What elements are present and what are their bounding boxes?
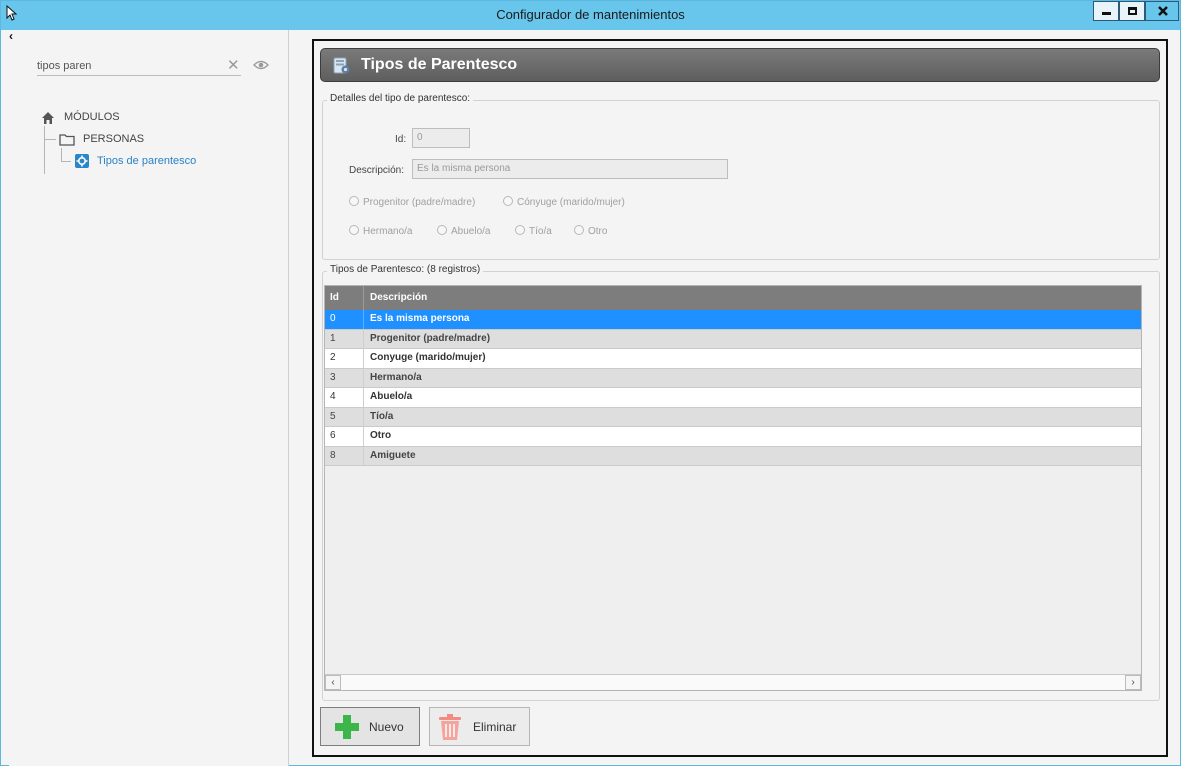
tree-label-personas: PERSONAS [83, 133, 145, 145]
description-field[interactable]: Es la misma persona [412, 159, 728, 179]
collapse-sidebar-button[interactable]: ‹ [9, 30, 19, 42]
table-row[interactable]: 8 Amiguete [325, 446, 1141, 466]
search-input[interactable] [37, 58, 207, 74]
cell-description: Abuelo/a [370, 391, 413, 402]
details-legend: Detalles del tipo de parentesco: [327, 93, 474, 104]
id-field[interactable]: 0 [412, 128, 470, 148]
table-row[interactable]: 6 Otro [325, 427, 1141, 447]
tree-label-tipos-parentesco: Tipos de parentesco [97, 155, 197, 167]
title-bar[interactable]: Configurador de mantenimientos [1, 1, 1180, 30]
cell-description: Amiguete [370, 449, 416, 461]
cell-description: Es la misma persona [370, 313, 470, 324]
list-legend: Tipos de Parentesco: (8 registros) [327, 264, 484, 275]
maximize-button[interactable] [1119, 1, 1145, 21]
cell-description: Hermano/a [370, 371, 422, 383]
horizontal-scrollbar[interactable]: ‹ › [325, 674, 1141, 690]
table-row[interactable]: 4 Abuelo/a [325, 388, 1141, 408]
radio-abuelo[interactable]: Abuelo/a [437, 225, 490, 237]
panel-header: Tipos de Parentesco [320, 48, 1160, 82]
radio-tio[interactable]: Tío/a [515, 225, 552, 237]
close-button[interactable] [1145, 1, 1179, 21]
cell-id: 2 [330, 352, 336, 363]
settings-icon [75, 154, 89, 168]
column-header-description[interactable]: Descripción [370, 292, 427, 303]
cell-description: Tío/a [370, 410, 394, 422]
cell-id: 8 [330, 449, 336, 461]
cell-id: 5 [330, 410, 336, 422]
cell-id: 0 [330, 313, 336, 324]
eye-icon[interactable] [253, 58, 269, 72]
panel-title: Tipos de Parentesco [361, 56, 518, 73]
home-icon [42, 112, 54, 124]
table-row[interactable]: 0 Es la misma persona [325, 310, 1141, 330]
cell-id: 1 [330, 332, 336, 344]
column-header-id[interactable]: Id [330, 292, 339, 303]
sidebar: ‹ ✕ MÓDULOS PERSONAS [9, 30, 289, 766]
table-header: Id Descripción [325, 286, 1141, 310]
delete-button-label: Eliminar [473, 720, 517, 734]
table-row[interactable]: 2 Conyuge (marido/mujer) [325, 349, 1141, 369]
clear-search-icon[interactable]: ✕ [227, 56, 240, 74]
scroll-left-button[interactable]: ‹ [325, 675, 341, 690]
cell-description: Conyuge (marido/mujer) [370, 352, 486, 363]
app-window: Configurador de mantenimientos ‹ ✕ [0, 0, 1181, 766]
delete-button[interactable]: Eliminar [429, 707, 530, 746]
parentesco-table: Id Descripción 0 Es la misma persona 1 Prog… [324, 285, 1142, 691]
table-row[interactable]: 1 Progenitor (padre/madre) [325, 329, 1141, 349]
radio-progenitor[interactable]: Progenitor (padre/madre) [349, 196, 475, 208]
new-button-label: Nuevo [369, 720, 404, 734]
database-settings-icon [333, 57, 350, 74]
radio-hermano[interactable]: Hermano/a [349, 225, 412, 237]
window-title: Configurador de mantenimientos [496, 7, 685, 22]
radio-otro[interactable]: Otro [574, 225, 607, 237]
close-icon [1158, 6, 1168, 16]
radio-conyuge[interactable]: Cónyuge (marido/mujer) [503, 196, 625, 208]
add-icon [335, 715, 359, 739]
table-body: 0 Es la misma persona 1 Progenitor (padre/m… [325, 310, 1141, 466]
details-group: Detalles del tipo de parentesco: Id: 0 D… [322, 93, 1160, 260]
table-row[interactable]: 3 Hermano/a [325, 368, 1141, 388]
scroll-right-button[interactable]: › [1125, 675, 1141, 690]
cell-id: 4 [330, 391, 336, 402]
new-button[interactable]: Nuevo [320, 707, 420, 746]
main-panel: Tipos de Parentesco Detalles del tipo de… [312, 39, 1168, 757]
minimize-button[interactable] [1093, 1, 1119, 21]
cell-description: Progenitor (padre/madre) [370, 332, 491, 344]
cell-id: 6 [330, 430, 336, 441]
description-label: Descripción: [349, 165, 405, 176]
folder-icon [59, 134, 75, 146]
table-row[interactable]: 5 Tío/a [325, 407, 1141, 427]
cell-id: 3 [330, 371, 336, 383]
tree-label-modules: MÓDULOS [64, 111, 120, 123]
cell-description: Otro [370, 430, 392, 441]
search-box: ✕ [37, 54, 241, 76]
id-label: Id: [395, 134, 407, 145]
trash-icon [439, 714, 461, 740]
